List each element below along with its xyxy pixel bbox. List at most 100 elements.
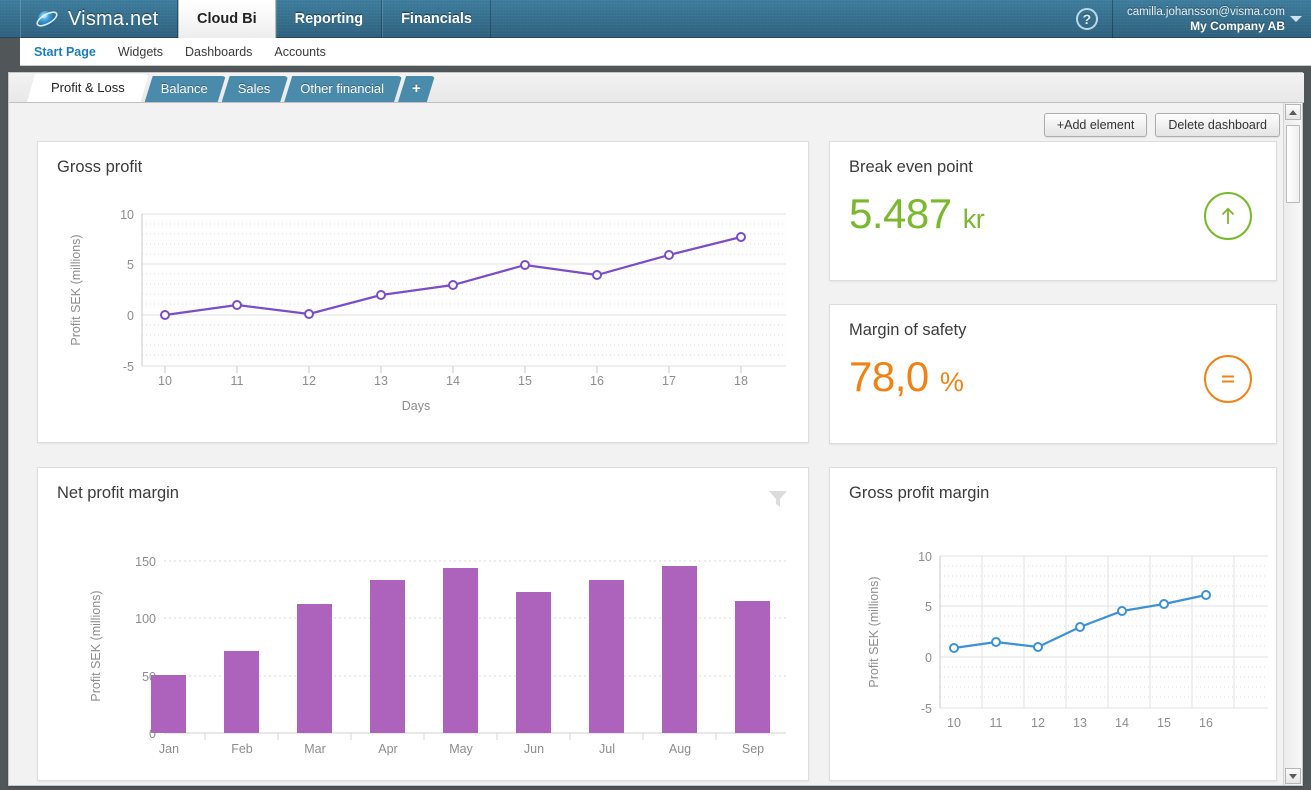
svg-text:Days: Days xyxy=(402,399,430,413)
widget-net-profit-margin[interactable]: Net profit margin 150 100 50 0 Profit SE… xyxy=(37,467,809,781)
arrow-up-icon xyxy=(1204,192,1252,240)
scrollbar-thumb[interactable] xyxy=(1286,125,1300,203)
svg-text:100: 100 xyxy=(135,612,156,626)
dashboard-tab-balance-label: Balance xyxy=(160,81,208,96)
svg-text:14: 14 xyxy=(446,374,460,388)
svg-text:5: 5 xyxy=(925,600,932,614)
widget-break-even-point[interactable]: Break even point 5.487 kr xyxy=(829,141,1277,281)
svg-text:12: 12 xyxy=(1031,716,1045,730)
widget-gross-profit[interactable]: Gross profit 10 5 0 -5 10 11 12 13 14 15… xyxy=(37,141,809,443)
dashboard-tab-other-financial[interactable]: Other financial xyxy=(284,76,402,102)
user-account-menu[interactable]: camilla.johansson@visma.com My Company A… xyxy=(1111,0,1311,38)
svg-text:12: 12 xyxy=(302,374,316,388)
break-even-point-unit: kr xyxy=(962,204,985,234)
svg-text:11: 11 xyxy=(990,716,1003,730)
svg-text:150: 150 xyxy=(135,555,156,569)
subnav-item-start-page[interactable]: Start Page xyxy=(34,45,96,59)
widget-break-even-point-title: Break even point xyxy=(849,158,973,176)
svg-text:Profit SEK (millions): Profit SEK (millions) xyxy=(69,234,83,345)
dashboard-tab-profit-loss-label: Profit & Loss xyxy=(51,80,125,95)
dashboard-tab-profit-loss[interactable]: Profit & Loss xyxy=(27,74,149,102)
nav-tab-reporting[interactable]: Reporting xyxy=(275,0,383,38)
scroll-down-arrow-icon[interactable] xyxy=(1285,768,1301,784)
add-element-label: +Add element xyxy=(1056,118,1135,132)
break-even-point-value: 5.487 xyxy=(849,190,952,237)
widget-gross-profit-margin[interactable]: Gross profit margin 10 5 0 -5 10 11 12 1… xyxy=(829,467,1277,781)
plus-icon: + xyxy=(412,80,421,97)
break-even-point-value-group: 5.487 kr xyxy=(849,190,985,238)
add-dashboard-tab-button[interactable]: + xyxy=(398,76,435,102)
svg-text:10: 10 xyxy=(158,374,172,388)
svg-text:16: 16 xyxy=(1199,716,1213,730)
svg-text:Jul: Jul xyxy=(599,742,615,756)
dashboard-tab-sales-label: Sales xyxy=(237,81,271,96)
subnav-item-dashboards[interactable]: Dashboards xyxy=(185,45,252,59)
svg-text:May: May xyxy=(449,742,473,756)
nav-tab-reporting-label: Reporting xyxy=(294,11,364,27)
svg-text:15: 15 xyxy=(518,374,532,388)
svg-text:Jun: Jun xyxy=(524,742,544,756)
nav-tab-cloud-bi[interactable]: Cloud Bi xyxy=(178,0,276,38)
help-icon[interactable]: ? xyxy=(1075,8,1098,30)
svg-text:16: 16 xyxy=(590,374,604,388)
svg-text:0: 0 xyxy=(925,651,932,665)
svg-text:10: 10 xyxy=(947,716,961,730)
svg-text:13: 13 xyxy=(1073,716,1087,730)
brand-logo-area[interactable]: Visma.net xyxy=(20,0,178,38)
subnav-item-accounts[interactable]: Accounts xyxy=(274,45,325,59)
svg-text:14: 14 xyxy=(1115,716,1129,730)
svg-text:Aug: Aug xyxy=(669,742,691,756)
svg-text:Sep: Sep xyxy=(742,742,764,756)
dashboard-tab-balance[interactable]: Balance xyxy=(145,76,226,102)
dashboard-page: Profit & Loss Balance Sales Other financ… xyxy=(8,72,1304,786)
margin-of-safety-value: 78,0 xyxy=(849,353,929,400)
vertical-scrollbar[interactable] xyxy=(1283,103,1301,785)
visma-sphere-logo-icon xyxy=(35,7,59,31)
svg-text:10: 10 xyxy=(918,550,932,564)
subnav-item-widgets[interactable]: Widgets xyxy=(118,45,163,59)
nav-tab-cloud-bi-label: Cloud Bi xyxy=(197,11,257,27)
svg-text:10: 10 xyxy=(120,208,134,222)
svg-text:-5: -5 xyxy=(921,702,932,716)
dashboard-tab-bar: Profit & Loss Balance Sales Other financ… xyxy=(9,73,1304,103)
user-company-label: My Company AB xyxy=(1190,18,1285,33)
svg-text:13: 13 xyxy=(374,374,388,388)
margin-of-safety-unit: % xyxy=(939,367,964,397)
primary-nav: Cloud Bi Reporting Financials xyxy=(178,0,491,38)
brand-name-label: Visma.net xyxy=(68,7,159,30)
secondary-nav: Start Page Widgets Dashboards Accounts xyxy=(20,38,1311,66)
user-email-label: camilla.johansson@visma.com xyxy=(1126,5,1285,18)
widget-grid: Gross profit 10 5 0 -5 10 11 12 13 14 15… xyxy=(37,141,1277,781)
svg-text:18: 18 xyxy=(734,374,748,388)
svg-text:15: 15 xyxy=(1157,716,1171,730)
add-element-button[interactable]: +Add element xyxy=(1043,113,1148,137)
dashboard-tab-other-financial-label: Other financial xyxy=(300,81,385,96)
margin-of-safety-value-group: 78,0 % xyxy=(849,353,964,401)
application-window: Visma.net Cloud Bi Reporting Financials … xyxy=(0,0,1311,790)
delete-dashboard-label: Delete dashboard xyxy=(1168,118,1267,132)
net-profit-margin-chart: 150 100 50 0 Profit SEK (millions) Jan F… xyxy=(89,555,786,756)
svg-text:Mar: Mar xyxy=(304,742,326,756)
svg-text:11: 11 xyxy=(231,374,244,388)
chevron-down-icon[interactable] xyxy=(1290,16,1302,22)
svg-text:Apr: Apr xyxy=(378,742,397,756)
nav-tab-financials[interactable]: Financials xyxy=(382,0,491,38)
delete-dashboard-button[interactable]: Delete dashboard xyxy=(1155,113,1280,137)
header-right-group: ? camilla.johansson@visma.com My Company… xyxy=(1075,0,1311,38)
svg-text:17: 17 xyxy=(662,374,676,388)
top-header-bar: Visma.net Cloud Bi Reporting Financials … xyxy=(0,0,1311,38)
svg-text:Profit SEK (millions): Profit SEK (millions) xyxy=(89,590,103,701)
svg-text:-5: -5 xyxy=(123,360,134,374)
svg-text:5: 5 xyxy=(127,258,134,272)
gross-profit-chart: 10 5 0 -5 10 11 12 13 14 15 16 17 18 Pro… xyxy=(69,208,786,413)
svg-text:Profit SEK (millions): Profit SEK (millions) xyxy=(867,576,881,687)
nav-tab-financials-label: Financials xyxy=(401,11,472,27)
dashboard-tab-sales[interactable]: Sales xyxy=(222,76,289,102)
scroll-up-arrow-icon[interactable] xyxy=(1285,104,1301,120)
equals-icon xyxy=(1204,355,1252,403)
widget-margin-of-safety[interactable]: Margin of safety 78,0 % xyxy=(829,304,1277,444)
gross-profit-margin-chart: 10 5 0 -5 10 11 12 13 14 15 16 Profit SE… xyxy=(867,550,1268,730)
svg-text:Feb: Feb xyxy=(231,742,253,756)
svg-text:0: 0 xyxy=(127,309,134,323)
svg-text:Jan: Jan xyxy=(159,742,179,756)
